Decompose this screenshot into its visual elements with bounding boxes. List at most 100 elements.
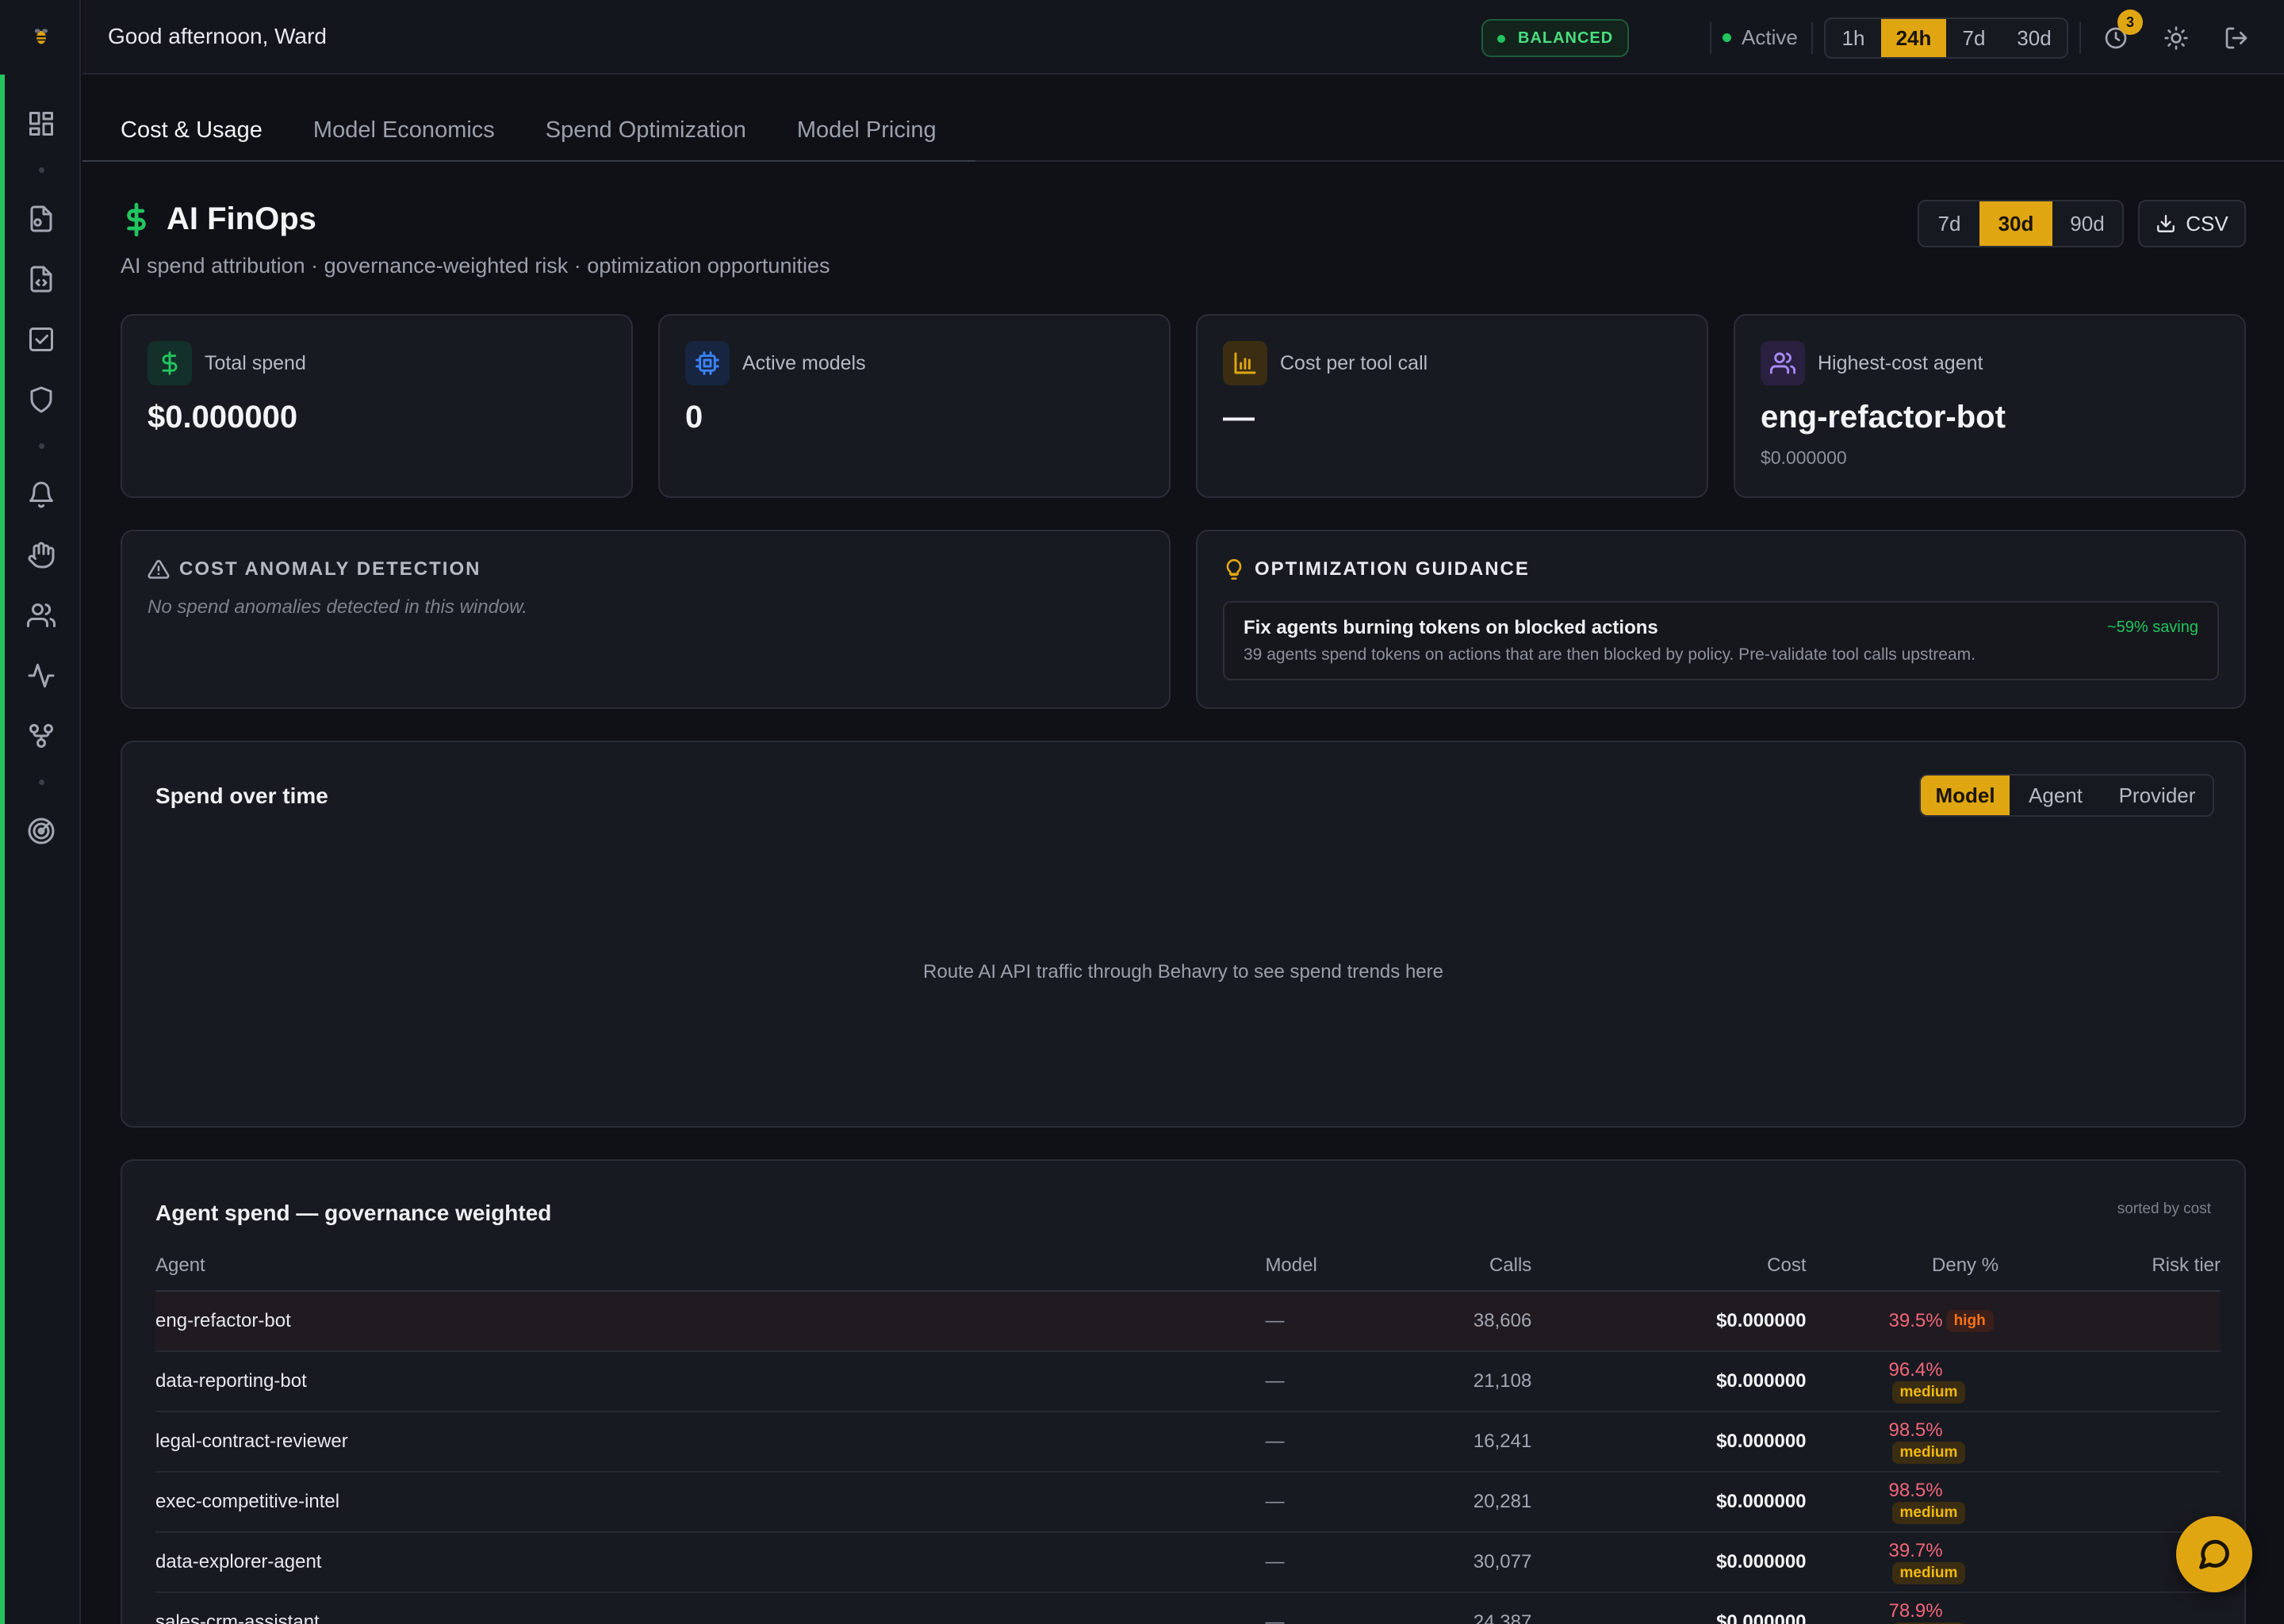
page-header: AI FinOps xyxy=(121,201,316,237)
table-header-row: Agent Model Calls Cost Deny % Risk tier xyxy=(155,1240,2221,1292)
kpi-label: Highest-cost agent xyxy=(1818,352,1983,374)
panel-title: Agent spend — governance weighted xyxy=(155,1201,552,1225)
chart-empty-state: Route AI API traffic through Behavry to … xyxy=(923,961,1443,982)
sidebar xyxy=(0,0,81,1624)
sun-icon[interactable] xyxy=(2160,22,2192,54)
warning-icon xyxy=(148,560,170,579)
chat-button[interactable] xyxy=(2176,1516,2252,1592)
period-7d[interactable]: 7d xyxy=(1919,201,1979,246)
agent-calls: 16,241 xyxy=(1363,1411,1532,1473)
table-row[interactable]: exec-competitive-intel — 20,281 $0.00000… xyxy=(155,1472,2221,1533)
agent-calls: 38,606 xyxy=(1363,1291,1532,1352)
file-audit-icon[interactable] xyxy=(24,201,59,236)
agent-cost: $0.000000 xyxy=(1531,1411,1807,1473)
agent-model: — xyxy=(1265,1532,1364,1593)
guidance-item-title: Fix agents burning tokens on blocked act… xyxy=(1244,617,1658,638)
agent-model: — xyxy=(1265,1351,1364,1412)
users-icon[interactable] xyxy=(24,598,59,633)
time-range-1h[interactable]: 1h xyxy=(1826,19,1881,57)
agent-name: exec-competitive-intel xyxy=(155,1472,1266,1533)
spend-over-time-panel: Spend over time Model Agent Provider Rou… xyxy=(121,741,2246,1128)
kpi-label: Active models xyxy=(742,352,866,374)
logout-icon[interactable] xyxy=(2221,22,2252,54)
agent-spend-table: Agent Model Calls Cost Deny % Risk tier … xyxy=(155,1240,2221,1624)
kpi-card-cost-per-tool-call: Cost per tool call — xyxy=(1196,314,1708,498)
sidebar-active-indicator xyxy=(0,75,5,1624)
table-row[interactable]: legal-contract-reviewer — 16,241 $0.0000… xyxy=(155,1411,2221,1473)
tab-spend-optimization[interactable]: Spend Optimization xyxy=(520,109,772,160)
topbar-divider xyxy=(1811,22,1813,54)
tab-model-pricing[interactable]: Model Pricing xyxy=(772,109,962,160)
tab-model-economics[interactable]: Model Economics xyxy=(288,109,520,160)
bell-icon[interactable] xyxy=(24,477,59,512)
greeting: Good afternoon, Ward xyxy=(108,24,328,48)
lightbulb-icon xyxy=(1226,559,1242,580)
period-90d[interactable]: 90d xyxy=(2052,201,2122,246)
period-30d[interactable]: 30d xyxy=(1979,201,2052,246)
time-range-7d[interactable]: 7d xyxy=(1946,19,2002,57)
agent-name: sales-crm-assistant xyxy=(155,1592,1266,1624)
agent-deny-rate: 98.5%medium xyxy=(1806,1411,1999,1473)
agent-model: — xyxy=(1265,1472,1364,1533)
time-range-30d[interactable]: 30d xyxy=(2002,19,2067,57)
dollar-icon xyxy=(127,202,146,236)
workflow-icon[interactable] xyxy=(24,718,59,753)
dollar-icon xyxy=(148,341,192,385)
notification-count-badge: 3 xyxy=(2117,10,2143,35)
kpi-value: — xyxy=(1223,400,1255,435)
agent-calls: 30,077 xyxy=(1363,1532,1532,1593)
agent-cost: $0.000000 xyxy=(1531,1592,1807,1624)
agent-model: — xyxy=(1265,1592,1364,1624)
dashboard-icon[interactable] xyxy=(24,106,59,141)
kpi-card-active-models: Active models 0 xyxy=(658,314,1171,498)
kpi-subvalue: $0.000000 xyxy=(1761,447,1847,468)
kpi-value: eng-refactor-bot xyxy=(1761,400,2006,435)
mode-badge[interactable]: BALANCED xyxy=(1481,19,1630,57)
column-header[interactable]: Calls xyxy=(1363,1240,1532,1292)
agent-calls: 24,387 xyxy=(1363,1592,1532,1624)
time-range-24h[interactable]: 24h xyxy=(1881,19,1946,57)
kpi-value: 0 xyxy=(685,400,703,435)
sidebar-divider-dot xyxy=(39,779,44,785)
agent-name: data-explorer-agent xyxy=(155,1532,1266,1593)
guidance-item[interactable]: Fix agents burning tokens on blocked act… xyxy=(1223,601,2219,680)
table-row[interactable]: data-explorer-agent — 30,077 $0.000000 3… xyxy=(155,1532,2221,1593)
download-icon xyxy=(2157,215,2175,232)
agent-deny-rate: 96.4%medium xyxy=(1806,1351,1999,1412)
optimization-guidance-panel: OPTIMIZATION GUIDANCE Fix agents burning… xyxy=(1196,530,2246,709)
export-csv-button[interactable]: CSV xyxy=(2138,200,2246,247)
table-row[interactable]: sales-crm-assistant — 24,387 $0.000000 7… xyxy=(155,1592,2221,1624)
tab-cost-usage[interactable]: Cost & Usage xyxy=(95,109,288,160)
agent-name: data-reporting-bot xyxy=(155,1351,1266,1412)
checkbox-icon[interactable] xyxy=(24,322,59,357)
agent-model: — xyxy=(1265,1411,1364,1473)
column-header[interactable]: Cost xyxy=(1531,1240,1807,1292)
file-code-icon[interactable] xyxy=(24,262,59,297)
column-header[interactable]: Deny % xyxy=(1806,1240,1999,1292)
anomaly-empty-note: No spend anomalies detected in this wind… xyxy=(148,596,527,618)
column-header[interactable]: Risk tier xyxy=(1998,1240,2221,1292)
column-header[interactable]: Agent xyxy=(155,1240,1266,1292)
risk-tier-badge: medium xyxy=(1891,1381,1966,1404)
group-by-provider[interactable]: Provider xyxy=(2102,776,2213,815)
panel-title: Spend over time xyxy=(155,783,328,808)
group-by-model[interactable]: Model xyxy=(1921,776,2010,815)
agent-deny-rate: 39.7%medium xyxy=(1806,1532,1999,1593)
bee-logo-icon[interactable] xyxy=(24,19,59,54)
agent-spend-panel: Agent spend — governance weighted sorted… xyxy=(121,1159,2246,1624)
column-header[interactable]: Model xyxy=(1265,1240,1364,1292)
hand-icon[interactable] xyxy=(24,538,59,573)
page-title: AI FinOps xyxy=(167,201,316,236)
table-row[interactable]: data-reporting-bot — 21,108 $0.000000 96… xyxy=(155,1351,2221,1412)
radar-icon[interactable] xyxy=(24,814,59,848)
activity-icon[interactable] xyxy=(24,658,59,693)
agent-name: legal-contract-reviewer xyxy=(155,1411,1266,1473)
agent-cost: $0.000000 xyxy=(1531,1532,1807,1593)
anomaly-title: COST ANOMALY DETECTION xyxy=(148,558,481,580)
table-row[interactable]: eng-refactor-bot — 38,606 $0.000000 39.5… xyxy=(155,1291,2221,1352)
agent-model: — xyxy=(1265,1291,1364,1352)
kpi-card-total-spend: Total spend $0.000000 xyxy=(121,314,633,498)
shield-icon[interactable] xyxy=(24,382,59,417)
cost-anomaly-panel: COST ANOMALY DETECTION No spend anomalie… xyxy=(121,530,1171,709)
group-by-agent[interactable]: Agent xyxy=(2010,776,2102,815)
